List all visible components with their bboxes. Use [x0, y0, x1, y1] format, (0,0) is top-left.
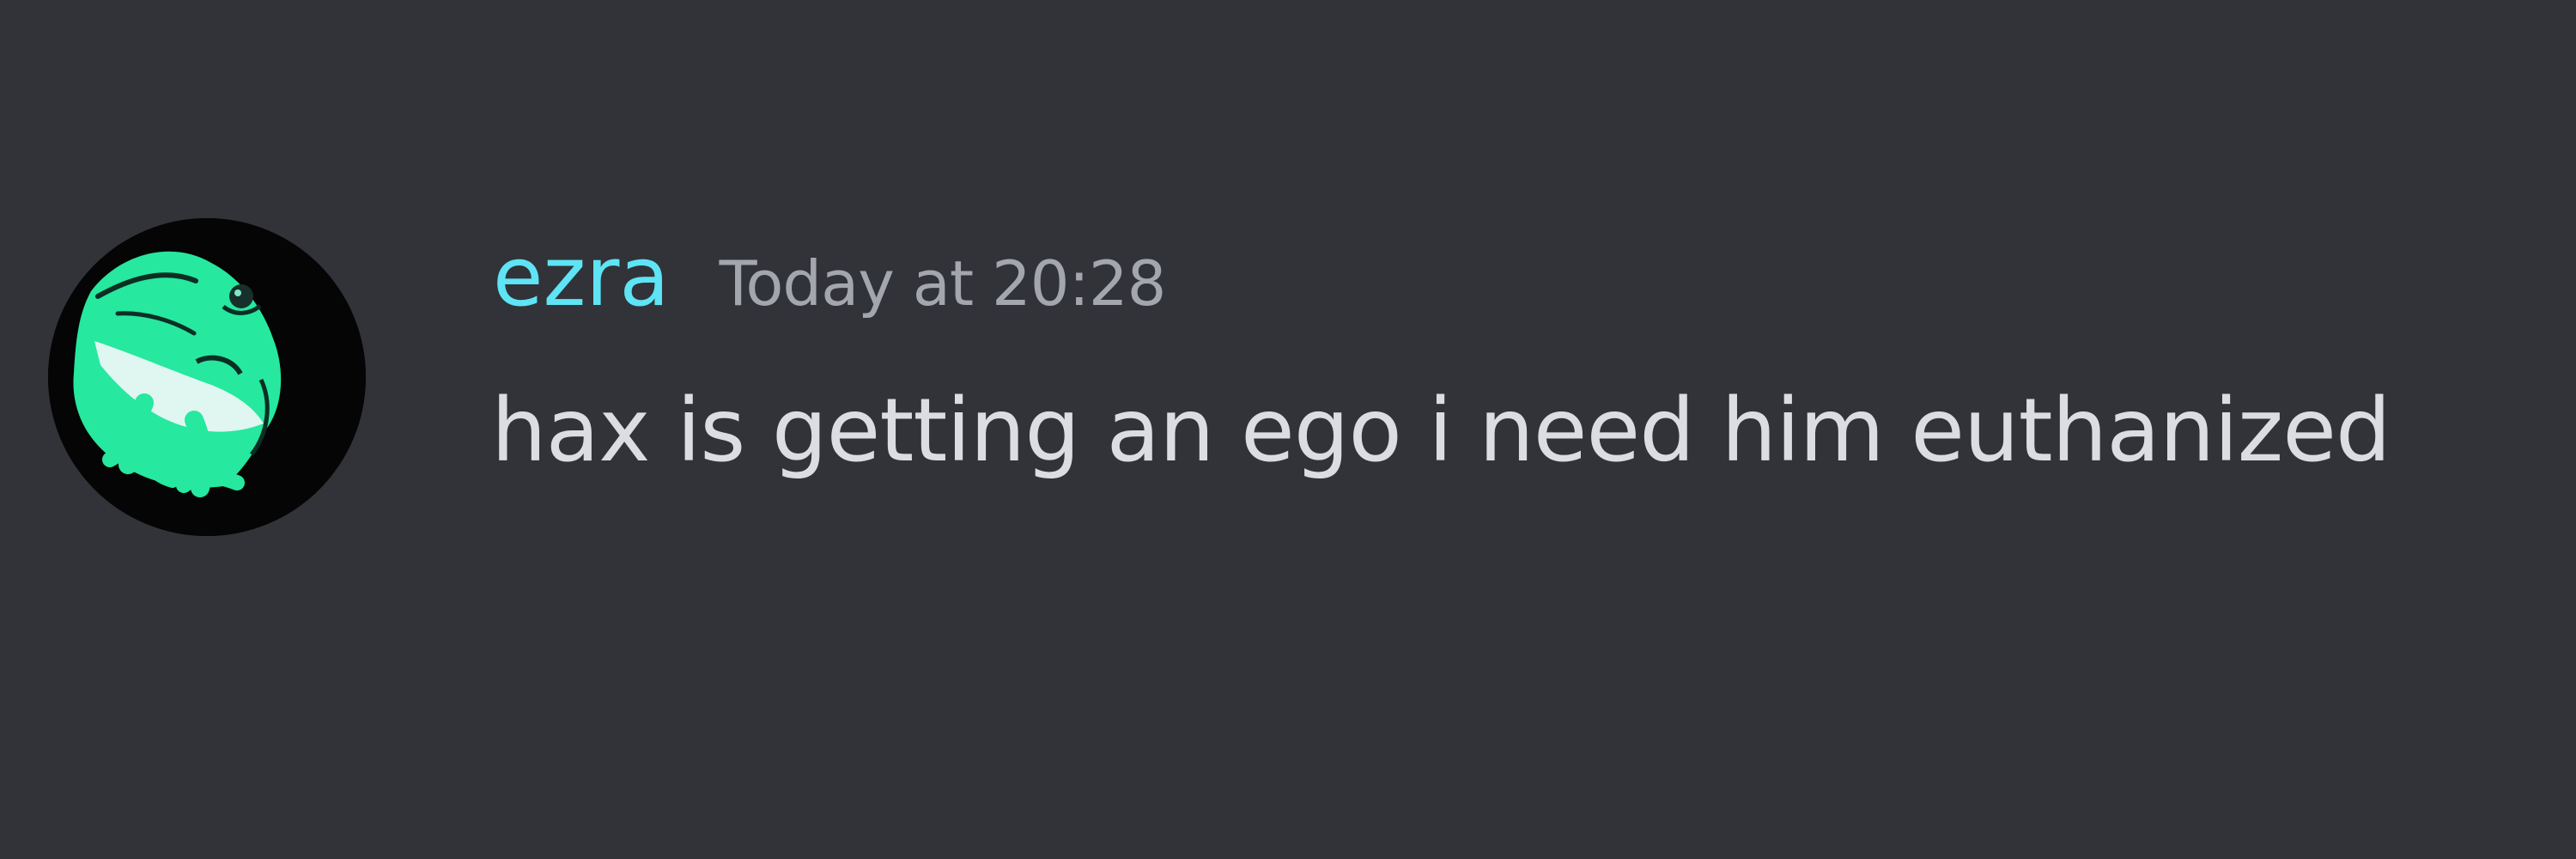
avatar[interactable]	[48, 218, 366, 536]
chat-message: ezra Today at 20:28 hax is getting an eg…	[0, 0, 2576, 859]
message-header: ezra Today at 20:28	[493, 230, 1167, 333]
message-content: hax is getting an ego i need him euthani…	[491, 380, 2391, 482]
message-timestamp: Today at 20:28	[719, 247, 1167, 320]
author-name[interactable]: ezra	[493, 230, 670, 325]
frog-avatar-icon	[48, 218, 366, 536]
